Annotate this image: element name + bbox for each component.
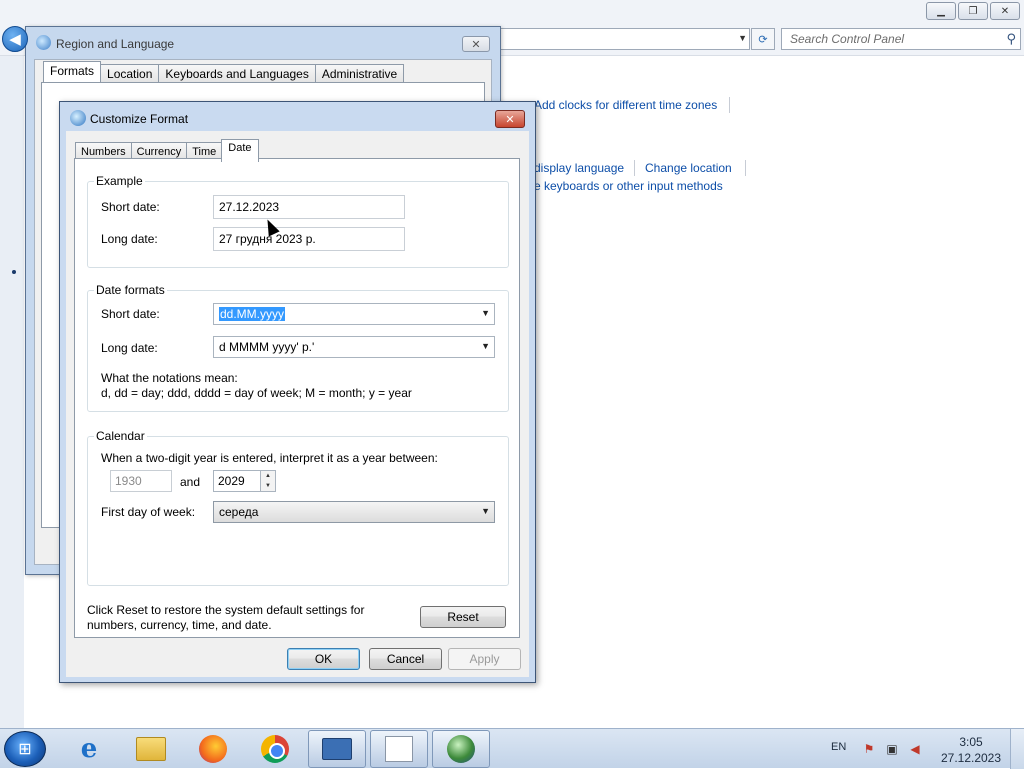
long-date-format-combo[interactable]: d MMMM yyyy' р.' ▼: [213, 336, 495, 358]
year-to-input[interactable]: 2029: [213, 470, 261, 492]
search-input[interactable]: Search Control Panel ⚲: [781, 28, 1021, 50]
spin-down-icon[interactable]: ▼: [261, 481, 275, 491]
tab-strip: Formats Location Keyboards and Languages…: [43, 61, 405, 83]
language-indicator[interactable]: EN: [831, 741, 846, 753]
calendar-app-icon[interactable]: [370, 730, 428, 768]
ok-button[interactable]: OK: [287, 648, 360, 670]
close-button[interactable]: ✕: [990, 2, 1020, 20]
windows-explorer-icon[interactable]: [122, 730, 180, 768]
clock-date[interactable]: 27.12.2023: [940, 751, 1002, 765]
date-formats-group-title: Date formats: [94, 283, 167, 297]
change-display-language-link[interactable]: display language: [534, 161, 624, 175]
window-buttons: ▁ ❐ ✕: [926, 2, 1020, 20]
action-center-flag-icon[interactable]: ⚑: [862, 742, 876, 756]
date-formats-group: Date formats Short date: dd.MM.yyyy ▼ Lo…: [87, 283, 509, 412]
search-placeholder: Search Control Panel: [790, 32, 905, 46]
spin-up-icon[interactable]: ▲: [261, 471, 275, 481]
close-button[interactable]: ✕: [495, 110, 525, 128]
short-date-format-combo[interactable]: dd.MM.yyyy ▼: [213, 303, 495, 325]
calendar-group-title: Calendar: [94, 429, 147, 443]
calendar-group: Calendar When a two-digit year is entere…: [87, 429, 509, 586]
chevron-down-icon[interactable]: ▼: [481, 506, 490, 516]
year-from-input: 1930: [110, 470, 172, 492]
globe-icon: [36, 35, 51, 50]
internet-explorer-icon[interactable]: e: [60, 730, 118, 768]
short-date-format-label: Short date:: [101, 307, 160, 321]
link-separator: [745, 160, 746, 176]
chevron-down-icon[interactable]: ▼: [481, 341, 490, 351]
refresh-icon[interactable]: ⟳: [751, 28, 775, 50]
first-day-of-week-select[interactable]: середа ▼: [213, 501, 495, 523]
network-icon[interactable]: ▣: [885, 742, 899, 756]
taskbar: ⊞ e EN ⚑ ▣ ◀ 3:05 27.12.2023: [0, 728, 1024, 769]
left-navigation-pane: [0, 56, 24, 728]
region-globe-icon[interactable]: [432, 730, 490, 768]
search-icon[interactable]: ⚲: [1006, 31, 1016, 47]
firefox-icon[interactable]: [184, 730, 242, 768]
and-label: and: [180, 475, 201, 489]
close-button[interactable]: ✕: [462, 36, 490, 52]
two-digit-year-text: When a two-digit year is entered, interp…: [101, 451, 438, 465]
notation-title: What the notations mean:: [101, 371, 238, 385]
link-separator: [634, 160, 635, 176]
clock-time[interactable]: 3:05: [944, 735, 998, 749]
address-bar[interactable]: ▼: [500, 28, 750, 50]
start-orb-icon[interactable]: ⊞: [4, 731, 46, 767]
add-clocks-link[interactable]: Add clocks for different time zones: [534, 98, 717, 112]
customize-format-dialog: Customize Format ✕ Numbers Currency Time…: [59, 101, 536, 683]
tab-formats[interactable]: Formats: [43, 61, 102, 83]
apply-button[interactable]: Apply: [448, 648, 521, 670]
link-separator: [729, 97, 730, 113]
window-title: Region and Language: [56, 37, 175, 51]
bullet-icon: [12, 270, 16, 274]
example-short-date-value: 27.12.2023: [213, 195, 405, 219]
dialog-title: Customize Format: [90, 112, 189, 126]
back-arrow-icon[interactable]: ◀: [2, 26, 28, 52]
long-date-format-label: Long date:: [101, 341, 158, 355]
notation-text: d, dd = day; ddd, dddd = day of week; M …: [101, 386, 412, 400]
cancel-button[interactable]: Cancel: [369, 648, 442, 670]
control-panel-titlebar: ▁ ❐ ✕: [0, 0, 1024, 24]
chrome-icon[interactable]: [246, 730, 304, 768]
example-long-date-label: Long date:: [101, 232, 158, 246]
change-location-link[interactable]: Change location: [645, 161, 732, 175]
reset-description: Click Reset to restore the system defaul…: [87, 603, 365, 632]
reset-button[interactable]: Reset: [420, 606, 506, 628]
chevron-down-icon[interactable]: ▼: [738, 33, 747, 43]
example-long-date-value: 27 грудня 2023 р.: [213, 227, 405, 251]
first-day-label: First day of week:: [101, 505, 196, 519]
dialog-body: Numbers Currency Time Date Example Short…: [66, 131, 529, 677]
tab-administrative[interactable]: Administrative: [314, 64, 405, 82]
minimize-button[interactable]: ▁: [926, 2, 956, 20]
globe-icon: [70, 110, 86, 126]
show-desktop-button[interactable]: [1010, 729, 1024, 769]
first-day-value[interactable]: середа: [219, 505, 258, 519]
chevron-down-icon[interactable]: ▼: [481, 308, 490, 318]
year-to-spinner[interactable]: ▲ ▼: [260, 470, 276, 492]
date-tab-panel: Example Short date: 27.12.2023 Long date…: [74, 158, 520, 638]
change-keyboards-link[interactable]: e keyboards or other input methods: [534, 179, 723, 193]
example-short-date-label: Short date:: [101, 200, 160, 214]
tab-location[interactable]: Location: [100, 64, 160, 82]
example-group-title: Example: [94, 174, 145, 188]
tab-date[interactable]: Date: [221, 139, 259, 162]
short-date-format-value[interactable]: dd.MM.yyyy: [219, 307, 286, 321]
example-group: Example Short date: 27.12.2023 Long date…: [87, 174, 509, 268]
control-panel-icon[interactable]: [308, 730, 366, 768]
long-date-format-value[interactable]: d MMMM yyyy' р.': [219, 340, 314, 354]
maximize-button[interactable]: ❐: [958, 2, 988, 20]
tab-keyboards-and-languages[interactable]: Keyboards and Languages: [158, 64, 316, 82]
volume-muted-icon[interactable]: ◀: [908, 742, 922, 756]
